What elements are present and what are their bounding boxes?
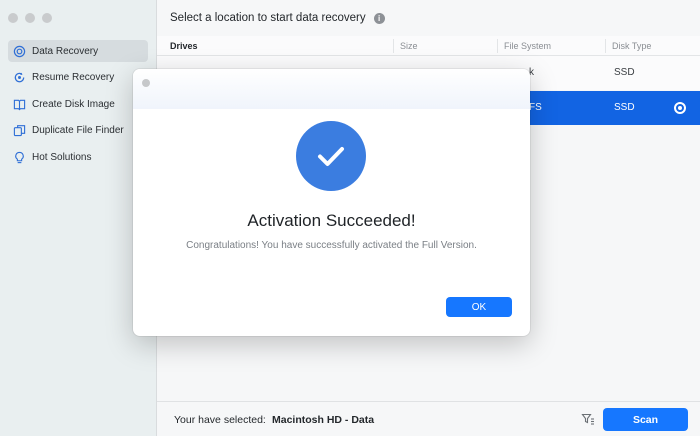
drives-table-header: Drives Size File System Disk Type: [157, 36, 700, 56]
dialog-close-button[interactable]: [142, 79, 150, 87]
sidebar-item-data-recovery[interactable]: Data Recovery: [8, 40, 148, 62]
column-divider: [605, 39, 606, 53]
sidebar-nav: Data Recovery Resume Recovery Create Dis…: [8, 40, 148, 173]
footer-bar: Your have selected: Macintosh HD - Data …: [157, 401, 700, 436]
ok-button[interactable]: OK: [446, 297, 512, 317]
scan-button[interactable]: Scan: [603, 408, 688, 431]
dialog-header-glow: [133, 69, 530, 109]
dialog-title: Activation Succeeded!: [247, 211, 416, 230]
sidebar-item-hot-solutions[interactable]: Hot Solutions: [8, 146, 148, 168]
copy-icon: [13, 124, 26, 137]
disk-type-cell: SSD: [614, 67, 635, 78]
row-select-radio[interactable]: [674, 102, 686, 114]
success-check-icon: [296, 121, 366, 191]
app-window: Data Recovery Resume Recovery Create Dis…: [0, 0, 700, 436]
sidebar-item-label: Resume Recovery: [32, 72, 115, 83]
book-icon: [13, 98, 26, 111]
zoom-window-button[interactable]: [42, 13, 52, 23]
sidebar-item-duplicate-file-finder[interactable]: Duplicate File Finder: [8, 120, 148, 142]
sidebar-item-label: Duplicate File Finder: [32, 125, 124, 136]
window-controls: [8, 13, 52, 23]
minimize-window-button[interactable]: [25, 13, 35, 23]
file-system-cell: FS: [529, 102, 542, 113]
info-icon[interactable]: i: [373, 12, 385, 24]
column-header-drives[interactable]: Drives: [170, 41, 198, 51]
page-title: Select a location to start data recovery: [170, 12, 366, 24]
sidebar-item-label: Hot Solutions: [32, 151, 92, 163]
lightbulb-icon: [13, 151, 26, 164]
column-divider: [393, 39, 394, 53]
target-icon: [13, 45, 26, 58]
resume-icon: [13, 71, 26, 84]
sidebar-item-resume-recovery[interactable]: Resume Recovery: [8, 67, 148, 89]
sidebar-item-label: Data Recovery: [32, 45, 99, 57]
filter-icon[interactable]: [581, 412, 595, 426]
column-header-file-system[interactable]: File System: [504, 41, 551, 51]
disk-type-cell: SSD: [614, 102, 635, 113]
sidebar-item-create-disk-image[interactable]: Create Disk Image: [8, 93, 148, 115]
selected-label: Your have selected:: [174, 414, 266, 426]
header: Select a location to start data recovery…: [157, 0, 700, 36]
selected-drive-value: Macintosh HD - Data: [272, 414, 375, 426]
dialog-message: Congratulations! You have successfully a…: [186, 240, 477, 251]
column-divider: [497, 39, 498, 53]
column-header-disk-type[interactable]: Disk Type: [612, 41, 651, 51]
sidebar-item-label: Create Disk Image: [32, 98, 115, 110]
close-window-button[interactable]: [8, 13, 18, 23]
activation-dialog: Activation Succeeded! Congratulations! Y…: [133, 69, 530, 336]
column-header-size[interactable]: Size: [400, 41, 418, 51]
